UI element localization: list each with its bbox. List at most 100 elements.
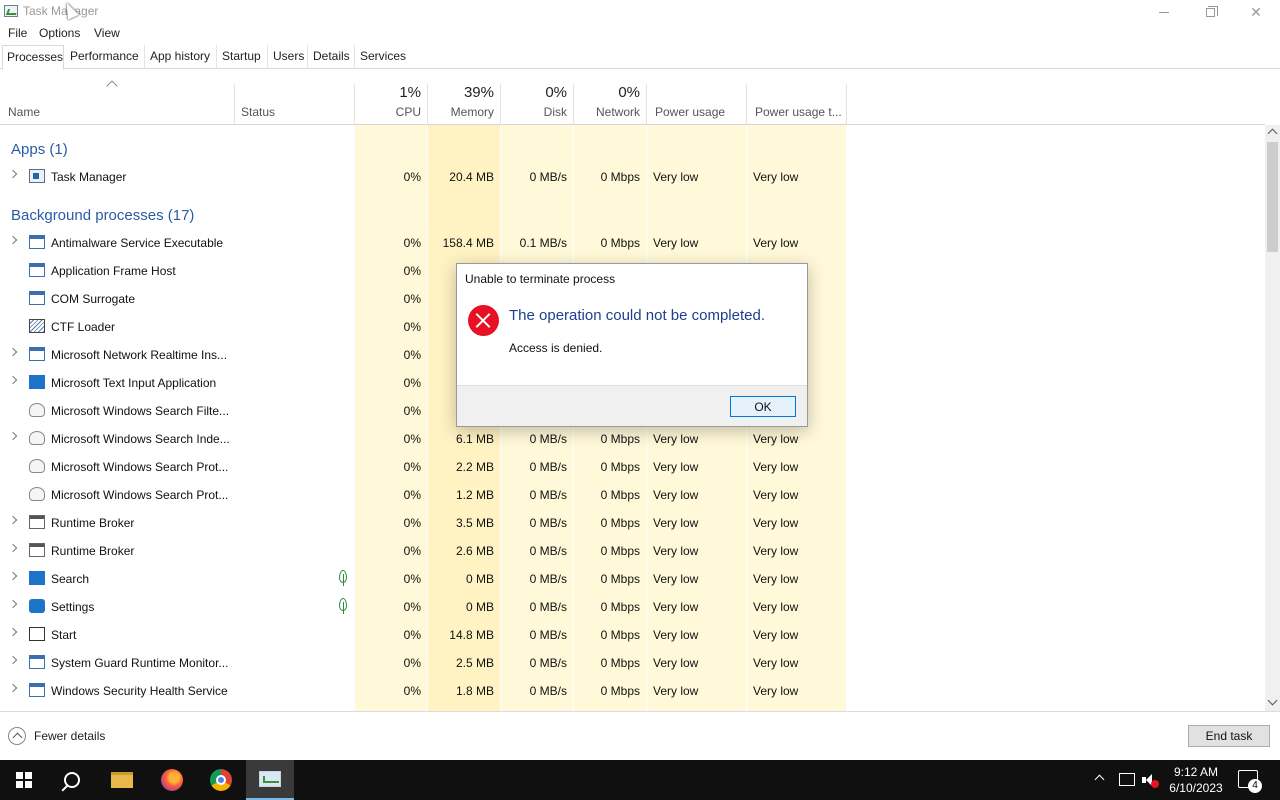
tab-performance[interactable]: Performance <box>66 45 145 69</box>
power-usage-cell: Very low <box>653 432 699 446</box>
table-row[interactable]: Runtime Broker 0% 3.5 MB 0 MB/s 0 Mbps Very l… <box>0 509 1265 537</box>
column-cpu[interactable]: 1% CPU <box>355 84 428 125</box>
chevron-up-circle-icon[interactable] <box>8 727 26 745</box>
chevron-right-icon[interactable] <box>8 169 18 179</box>
clock[interactable]: 9:12 AM 6/10/2023 <box>1166 764 1226 796</box>
chevron-right-icon[interactable] <box>8 599 18 609</box>
table-row[interactable]: Windows Security Health Service 0% 1.8 MB 0… <box>0 677 1265 705</box>
cpu-cell: 0% <box>403 488 421 502</box>
disk-cell: 0 MB/s <box>529 544 567 558</box>
table-row[interactable]: Microsoft Windows Search Inde... 0% 6.1 MB… <box>0 425 1265 453</box>
chevron-right-icon[interactable] <box>8 627 18 637</box>
tab-startup[interactable]: Startup <box>218 45 268 69</box>
menu-view[interactable]: View <box>94 26 120 40</box>
table-row[interactable]: Search 0% 0 MB 0 MB/s 0 Mbps Very low Very low <box>0 565 1265 593</box>
table-row[interactable]: Runtime Broker 0% 2.6 MB 0 MB/s 0 Mbps Very l… <box>0 537 1265 565</box>
fewer-details-link[interactable]: Fewer details <box>34 729 105 743</box>
memory-percent: 39% <box>463 84 494 101</box>
column-power-trend-label: Power usage t... <box>755 105 842 119</box>
table-row[interactable]: Antimalware Service Executable 0% 158.4 MB… <box>0 229 1265 257</box>
taskbar-task-manager[interactable] <box>246 760 294 800</box>
column-name[interactable]: Name <box>0 84 235 125</box>
network-cell: 0 Mbps <box>600 516 640 530</box>
end-task-button[interactable]: End task <box>1188 725 1270 747</box>
taskbar-file-explorer[interactable] <box>98 760 146 800</box>
table-row[interactable]: Microsoft Windows Search Prot... 0% 1.2 MB… <box>0 481 1265 509</box>
chrome-icon <box>210 769 232 791</box>
process-name: Search <box>51 572 90 586</box>
table-row[interactable]: Microsoft Windows Search Prot... 0% 2.2 MB… <box>0 453 1265 481</box>
tab-details[interactable]: Details <box>309 45 355 69</box>
tab-users[interactable]: Users <box>269 45 308 69</box>
chevron-right-icon[interactable] <box>8 431 18 441</box>
table-row[interactable]: System Guard Runtime Monitor... 0% 2.5 MB 0… <box>0 649 1265 677</box>
firefox-icon <box>161 769 183 791</box>
table-row[interactable]: Settings 0% 0 MB 0 MB/s 0 Mbps Very low Very l… <box>0 593 1265 621</box>
error-dialog: Unable to terminate process The operatio… <box>456 263 808 427</box>
chevron-right-icon[interactable] <box>8 375 18 385</box>
process-name: Microsoft Windows Search Prot... <box>51 460 229 474</box>
tab-services[interactable]: Services <box>356 45 408 69</box>
chevron-right-icon[interactable] <box>8 655 18 665</box>
search-icon <box>29 571 45 585</box>
process-name: Microsoft Windows Search Filte... <box>51 404 230 418</box>
memory-cell: 2.6 MB <box>455 544 494 558</box>
cpu-cell: 0% <box>403 170 421 184</box>
disk-cell: 0 MB/s <box>529 516 567 530</box>
close-button[interactable]: ✕ <box>1233 0 1279 24</box>
scroll-thumb[interactable] <box>1267 142 1278 252</box>
chevron-right-icon[interactable] <box>8 347 18 357</box>
bottom-bar: Fewer details End task <box>0 711 1280 760</box>
network-cell: 0 Mbps <box>600 432 640 446</box>
person-icon <box>29 459 45 473</box>
column-power-trend[interactable]: Power usage t... <box>747 84 847 125</box>
power-usage-cell: Very low <box>653 170 699 184</box>
menu-file[interactable]: File <box>8 26 27 40</box>
person-icon <box>29 431 45 445</box>
network-cell: 0 Mbps <box>600 656 640 670</box>
column-memory[interactable]: 39% Memory <box>428 84 501 125</box>
chevron-right-icon[interactable] <box>8 235 18 245</box>
column-status[interactable]: Status <box>235 84 355 125</box>
show-hidden-icons-button[interactable] <box>1094 774 1108 800</box>
tab-app-history[interactable]: App history <box>146 45 217 69</box>
start-button[interactable] <box>0 760 48 800</box>
process-name: Runtime Broker <box>51 516 135 530</box>
chevron-right-icon[interactable] <box>8 515 18 525</box>
cpu-cell: 0% <box>403 264 421 278</box>
power-usage-cell: Very low <box>653 628 699 642</box>
menu-bar: File Options View <box>0 24 1280 42</box>
network-cell: 0 Mbps <box>600 544 640 558</box>
chevron-right-icon[interactable] <box>8 543 18 553</box>
cpu-cell: 0% <box>403 292 421 306</box>
memory-cell: 0 MB <box>465 600 494 614</box>
menu-options[interactable]: Options <box>39 26 80 40</box>
ok-button[interactable]: OK <box>730 396 796 417</box>
power-trend-cell: Very low <box>753 684 799 698</box>
chevron-right-icon[interactable] <box>8 683 18 693</box>
restore-button[interactable] <box>1187 0 1233 24</box>
scroll-up-icon[interactable] <box>1267 128 1278 139</box>
network-icon[interactable] <box>1119 773 1135 786</box>
power-usage-cell: Very low <box>653 656 699 670</box>
taskbar-search-button[interactable] <box>48 760 96 800</box>
disk-cell: 0 MB/s <box>529 572 567 586</box>
minimize-button[interactable] <box>1141 0 1187 24</box>
taskbar-chrome[interactable] <box>197 760 245 800</box>
column-network[interactable]: 0% Network <box>574 84 647 125</box>
chevron-right-icon[interactable] <box>8 571 18 581</box>
folder-icon <box>111 772 133 788</box>
column-memory-label: Memory <box>450 105 494 119</box>
table-row[interactable]: Start 0% 14.8 MB 0 MB/s 0 Mbps Very low Very l… <box>0 621 1265 649</box>
column-disk[interactable]: 0% Disk <box>501 84 574 125</box>
column-power-usage[interactable]: Power usage <box>647 84 747 125</box>
vertical-scrollbar[interactable] <box>1265 125 1280 711</box>
power-trend-cell: Very low <box>753 236 799 250</box>
scroll-down-icon[interactable] <box>1267 695 1278 706</box>
disk-cell: 0 MB/s <box>529 432 567 446</box>
table-row[interactable]: Task Manager 0% 20.4 MB 0 MB/s 0 Mbps Very lo… <box>0 163 1265 191</box>
start-icon <box>29 627 45 641</box>
taskbar-firefox[interactable] <box>148 760 196 800</box>
clock-time: 9:12 AM <box>1173 765 1219 779</box>
tab-processes[interactable]: Processes <box>2 45 64 70</box>
